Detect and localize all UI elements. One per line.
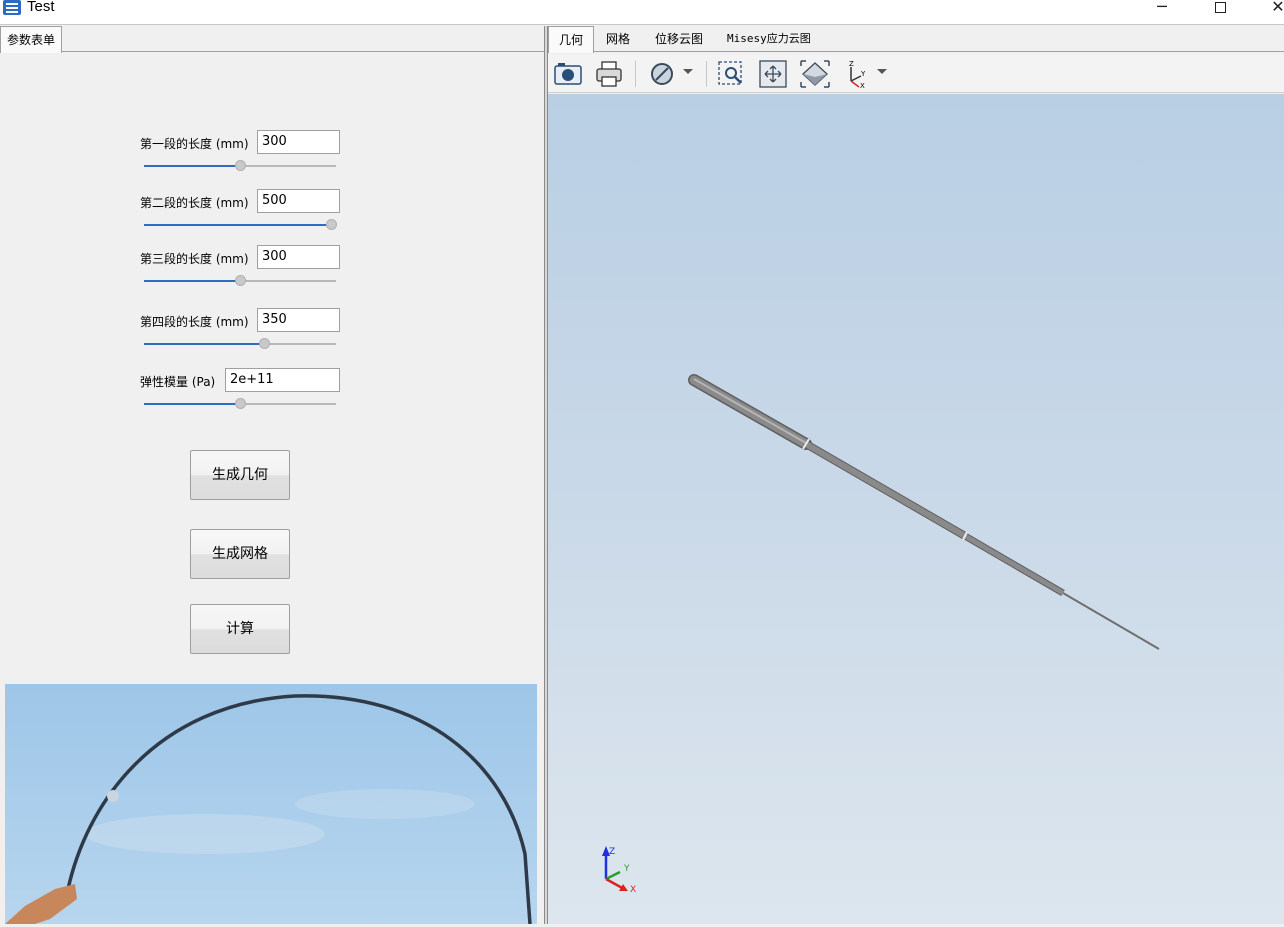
tab-mesh[interactable]: 网格 <box>606 26 630 52</box>
generate-geometry-button[interactable]: 生成几何 <box>190 450 290 500</box>
print-icon[interactable] <box>593 59 625 89</box>
magnifier-lens <box>725 67 737 79</box>
tab-displacement-contour[interactable]: 位移云图 <box>655 26 703 52</box>
segment-1-length-slider[interactable] <box>144 160 336 172</box>
rod-segment-4 <box>1062 592 1160 650</box>
viewport-canvas: Z Y X <box>602 374 1160 895</box>
toolbar-separator <box>635 61 636 87</box>
close-button[interactable]: ✕ <box>1263 0 1284 18</box>
slider-fill <box>144 403 240 405</box>
slider-thumb[interactable] <box>326 219 337 230</box>
zoom-box-icon-graphic <box>718 61 742 85</box>
triad-y-axis <box>605 870 621 881</box>
view-tab-bar: 几何 网格 位移云图 Misesy应力云图 <box>548 26 1284 53</box>
axes-x-letter: X <box>860 82 865 89</box>
axes-x <box>850 80 860 88</box>
segment-3-length-input[interactable]: 300 <box>257 245 340 269</box>
param-label-elastic-modulus: 弹性模量 (Pa) <box>140 375 216 389</box>
axes-y-letter: Y <box>860 70 866 78</box>
axes-view-dropdown-icon[interactable] <box>877 69 887 74</box>
slider-fill <box>144 224 331 226</box>
segment-1-length-input[interactable]: 300 <box>257 130 340 154</box>
left-tab-bar: 参数表单 <box>0 26 544 53</box>
slider-thumb[interactable] <box>235 275 246 286</box>
slider-thumb[interactable] <box>259 338 270 349</box>
fit-all-icon-graphic <box>759 60 787 88</box>
segment-2-length-input[interactable]: 500 <box>257 189 340 213</box>
fishing-rod-photo <box>5 684 537 924</box>
axes-z-letter: Z <box>849 60 854 68</box>
view-iso-icon[interactable] <box>799 59 831 89</box>
display-mode-icon[interactable] <box>646 59 678 89</box>
maximize-icon <box>1214 2 1226 13</box>
camera-flash <box>558 63 565 66</box>
magnifier-handle <box>734 76 742 84</box>
toolbar-separator <box>706 61 707 87</box>
title-bar: Test ─ ✕ <box>0 0 1284 25</box>
rod-segment-3 <box>963 533 1065 596</box>
segment-3-length-slider[interactable] <box>144 275 336 287</box>
segment-2-length-slider[interactable] <box>144 219 337 231</box>
app-icon <box>3 0 21 15</box>
param-label-segment-3: 第三段的长度 (mm) <box>140 252 249 266</box>
camera-icon-graphic <box>554 63 582 85</box>
maximize-button[interactable] <box>1205 0 1235 18</box>
fishing-rod-illustration <box>5 694 532 924</box>
compute-button[interactable]: 计算 <box>190 604 290 654</box>
camera-icon[interactable] <box>552 59 584 89</box>
slider-fill <box>144 343 264 345</box>
print-icon-graphic <box>596 61 622 87</box>
segment-4-length-slider[interactable] <box>144 338 336 350</box>
rod-guide <box>107 790 119 802</box>
param-label-segment-1: 第一段的长度 (mm) <box>140 137 249 151</box>
window-title: Test <box>27 0 55 15</box>
3d-viewport[interactable]: Z Y X <box>548 94 1284 924</box>
printer-output <box>601 76 617 87</box>
triad-y-label: Y <box>623 864 630 874</box>
minimize-button[interactable]: ─ <box>1147 0 1177 18</box>
axes-y <box>850 75 862 82</box>
rod-segment-2 <box>804 441 967 539</box>
camera-lens <box>562 69 574 81</box>
photo-cloud <box>85 814 325 854</box>
display-mode-dropdown-icon[interactable] <box>683 69 693 74</box>
slider-thumb[interactable] <box>235 160 246 171</box>
slider-thumb[interactable] <box>235 398 246 409</box>
param-label-segment-4: 第四段的长度 (mm) <box>140 315 249 329</box>
tab-params-form[interactable]: 参数表单 <box>0 26 63 53</box>
rod-segment-1-highlight <box>693 378 807 444</box>
fit-all-icon[interactable] <box>758 59 790 89</box>
hand-silhouette <box>5 884 77 924</box>
tab-geometry[interactable]: 几何 <box>548 26 595 53</box>
slider-fill <box>144 165 240 167</box>
elastic-modulus-slider[interactable] <box>144 398 336 410</box>
view-toolbar: ZYX <box>548 55 1284 93</box>
zoom-box-icon[interactable] <box>716 59 748 89</box>
display-mode-icon-graphic <box>651 63 673 85</box>
slider-fill <box>144 280 240 282</box>
tab-mises-stress-contour[interactable]: Misesy应力云图 <box>727 26 811 52</box>
triad-z-label: Z <box>609 847 615 857</box>
elastic-modulus-input[interactable]: 2e+11 <box>225 368 340 392</box>
axes-view-icon[interactable]: ZYX <box>841 59 873 90</box>
param-label-segment-2: 第二段的长度 (mm) <box>140 196 249 210</box>
photo-cloud <box>295 789 475 819</box>
generate-mesh-button[interactable]: 生成网格 <box>190 529 290 579</box>
triad-x-label: X <box>630 885 636 895</box>
axes-view-icon-graphic: ZYX <box>849 60 866 90</box>
view-iso-icon-graphic <box>800 60 830 88</box>
segment-4-length-input[interactable]: 350 <box>257 308 340 332</box>
